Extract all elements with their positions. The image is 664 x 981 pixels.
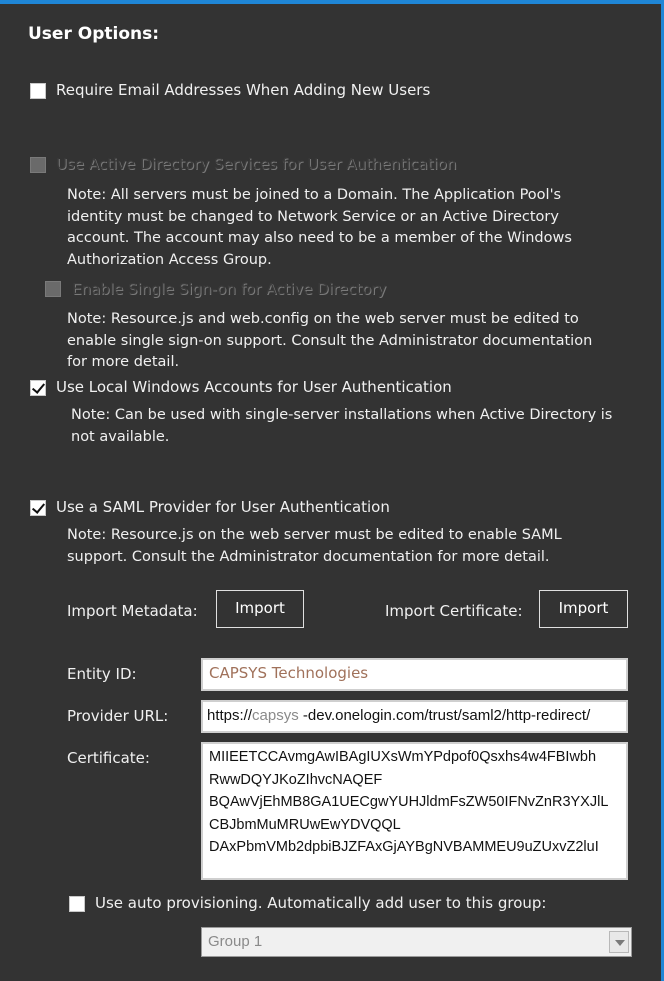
note-line: Authorization Access Group. bbox=[67, 251, 272, 268]
certificate-textarea[interactable]: MIIEETCCAvmgAwIBAgIUXsWmYPdpof0Qsxhs4w4F… bbox=[201, 742, 628, 880]
certificate-line: RwwDQYJKoZIhvcNAQEF bbox=[209, 771, 383, 788]
provider-url-prefix: https:// bbox=[207, 707, 253, 724]
group-select-value: Group 1 bbox=[208, 933, 263, 950]
require-email-label[interactable]: Require Email Addresses When Adding New … bbox=[56, 81, 430, 99]
note-line: Note: Resource.js on the web server must… bbox=[67, 527, 562, 543]
sso-label[interactable]: Enable Single Sign-on for Active Directo… bbox=[72, 280, 386, 298]
provider-url-field[interactable]: https://capsys -dev.onelogin.com/trust/s… bbox=[201, 700, 628, 733]
local-windows-checkbox[interactable] bbox=[30, 380, 46, 396]
sso-note: Note: Resource.js and web.config on the … bbox=[67, 309, 592, 374]
local-windows-label[interactable]: Use Local Windows Accounts for User Auth… bbox=[56, 378, 452, 396]
certificate-line: BQAwVjEhMB8GA1UECgwYUHJldmFsZW50IFNvZnR3… bbox=[209, 794, 609, 811]
note-line: Note: Resource.js and web.config on the … bbox=[67, 311, 579, 327]
provider-url-label: Provider URL: bbox=[67, 707, 169, 725]
note-line: for more detail. bbox=[67, 354, 180, 370]
active-directory-note: Note: All servers must be joined to a Do… bbox=[67, 185, 572, 271]
certificate-line: MIIEETCCAvmgAwIBAgIUXsWmYPdpof0Qsxhs4w4F… bbox=[209, 749, 597, 765]
note-line: account. The account may also need to be… bbox=[67, 230, 572, 246]
certificate-label: Certificate: bbox=[67, 749, 150, 767]
note-line: identity must be changed to Network Serv… bbox=[67, 208, 559, 225]
note-line: Note: All servers must be joined to a Do… bbox=[67, 187, 562, 203]
note-line: Note: Can be used with single-server ins… bbox=[71, 407, 613, 423]
require-email-checkbox[interactable] bbox=[30, 83, 46, 99]
import-metadata-label: Import Metadata: bbox=[67, 602, 198, 620]
note-line: enable single sign-on support. Consult t… bbox=[67, 332, 593, 349]
provider-url-rest: -dev.onelogin.com/trust/saml2/http-redir… bbox=[298, 707, 591, 724]
provider-url-highlight: capsys bbox=[252, 707, 299, 724]
sso-checkbox[interactable] bbox=[45, 281, 61, 297]
entity-id-label: Entity ID: bbox=[67, 665, 137, 683]
saml-note: Note: Resource.js on the web server must… bbox=[67, 525, 562, 568]
auto-provisioning-label[interactable]: Use auto provisioning. Automatically add… bbox=[95, 894, 546, 912]
chevron-down-icon[interactable] bbox=[609, 931, 629, 953]
entity-id-field[interactable]: CAPSYS Technologies bbox=[201, 658, 628, 691]
certificate-line: DAxPbmVMb2dpbiBJZFAxGjAYBgNVBAMMEU9uZUxv… bbox=[209, 839, 599, 856]
import-certificate-button[interactable]: Import bbox=[539, 590, 628, 628]
section-title: User Options: bbox=[28, 24, 160, 44]
local-windows-note: Note: Can be used with single-server ins… bbox=[71, 405, 612, 448]
note-line: not available. bbox=[71, 428, 170, 445]
certificate-line: CBJbmMuMRUwEwYDVQQL bbox=[209, 816, 401, 833]
import-certificate-label: Import Certificate: bbox=[385, 602, 523, 620]
saml-label[interactable]: Use a SAML Provider for User Authenticat… bbox=[56, 498, 390, 516]
entity-id-value: CAPSYS Technologies bbox=[209, 664, 369, 682]
active-directory-checkbox[interactable] bbox=[30, 157, 46, 173]
auto-provisioning-checkbox[interactable] bbox=[69, 896, 85, 912]
window-top-border bbox=[0, 0, 664, 4]
saml-checkbox[interactable] bbox=[30, 500, 46, 516]
note-line: support. Consult the Administrator docum… bbox=[67, 548, 550, 565]
import-metadata-button[interactable]: Import bbox=[216, 590, 304, 628]
active-directory-label[interactable]: Use Active Directory Services for User A… bbox=[56, 155, 456, 173]
group-select[interactable]: Group 1 bbox=[201, 927, 632, 957]
